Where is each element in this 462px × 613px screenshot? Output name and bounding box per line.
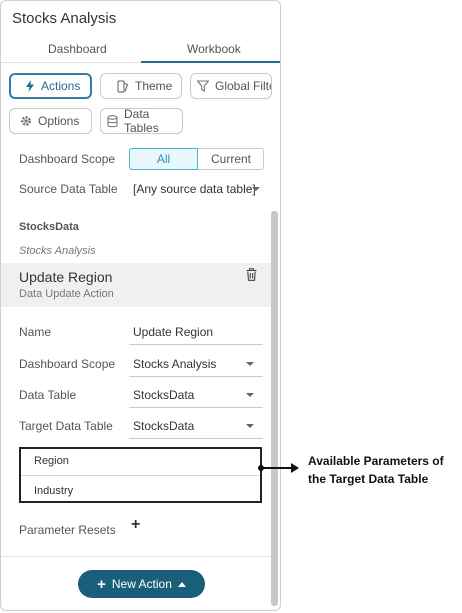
- chevron-down-icon[interactable]: [246, 362, 254, 366]
- panel-tabs: Dashboard Workbook: [1, 37, 280, 63]
- scope-current-option[interactable]: Current: [199, 149, 263, 169]
- dashboard-scope-toggle: All Current: [129, 148, 264, 170]
- plus-icon[interactable]: +: [131, 516, 140, 534]
- callout-line-2: the Target Data Table: [308, 472, 429, 486]
- data-tables-button-label: Data Tables: [124, 107, 159, 135]
- active-tab-indicator: [141, 61, 280, 63]
- parameter-item[interactable]: Industry: [34, 485, 73, 497]
- action-type: Data Update Action: [19, 288, 114, 300]
- global-filter-button[interactable]: Global Filter: [190, 73, 272, 99]
- trash-icon[interactable]: [246, 268, 257, 281]
- tab-workbook[interactable]: Workbook: [187, 42, 241, 56]
- form-dashboard-scope-label: Dashboard Scope: [19, 357, 116, 371]
- options-button[interactable]: Options: [9, 108, 92, 134]
- parameters-list: Region Industry: [19, 447, 262, 503]
- group-dashboard-name: Stocks Analysis: [19, 245, 96, 257]
- source-data-table-select[interactable]: [Any source data table]: [133, 182, 256, 196]
- callout-annotation: Available Parameters of the Target Data …: [308, 452, 462, 488]
- lightning-icon: [26, 80, 34, 92]
- plus-icon: +: [97, 575, 106, 593]
- parameter-divider: [21, 475, 260, 476]
- data-table-label: Data Table: [19, 388, 77, 402]
- target-data-table-underline: [129, 438, 263, 439]
- theme-icon: [117, 79, 129, 93]
- new-action-button[interactable]: + New Action: [78, 570, 205, 598]
- scope-all-option[interactable]: All: [129, 148, 198, 170]
- callout-line-1: Available Parameters of: [308, 454, 444, 468]
- source-data-table-label: Source Data Table: [19, 182, 118, 196]
- parameter-item[interactable]: Region: [34, 455, 69, 467]
- group-table-name: StocksData: [19, 221, 79, 233]
- name-input[interactable]: Update Region: [133, 325, 213, 339]
- name-input-underline: [129, 344, 263, 345]
- target-data-table-select[interactable]: StocksData: [133, 419, 194, 433]
- new-action-label: New Action: [111, 577, 172, 591]
- action-settings-panel: Stocks Analysis Dashboard Workbook Actio…: [0, 0, 281, 611]
- options-button-label: Options: [38, 114, 80, 128]
- actions-button-label: Actions: [41, 79, 81, 93]
- parameter-resets-label: Parameter Resets: [19, 523, 116, 537]
- scrollbar[interactable]: [271, 211, 278, 606]
- gear-icon: [21, 116, 31, 126]
- name-label: Name: [19, 325, 52, 339]
- data-table-select[interactable]: StocksData: [133, 388, 194, 402]
- dashboard-scope-select[interactable]: Stocks Analysis: [133, 357, 216, 371]
- database-icon: [107, 114, 118, 127]
- data-tables-button[interactable]: Data Tables: [100, 107, 183, 135]
- actions-button[interactable]: Actions: [9, 73, 92, 99]
- theme-button-label: Theme: [135, 79, 173, 93]
- dashboard-scope-label: Dashboard Scope: [19, 152, 116, 166]
- panel-title: Stocks Analysis: [12, 10, 117, 27]
- chevron-down-icon[interactable]: [252, 187, 260, 191]
- footer-divider: [1, 556, 271, 557]
- chevron-down-icon[interactable]: [246, 424, 254, 428]
- data-table-underline: [129, 407, 263, 408]
- global-filter-button-label: Global Filter: [215, 79, 271, 93]
- target-data-table-label: Target Data Table: [19, 419, 113, 433]
- callout-arrow-head: [291, 463, 299, 473]
- action-name: Update Region: [19, 269, 113, 285]
- dashboard-scope-underline: [129, 376, 263, 377]
- filter-icon: [197, 80, 209, 92]
- tab-dashboard[interactable]: Dashboard: [48, 42, 107, 56]
- chevron-down-icon[interactable]: [246, 393, 254, 397]
- theme-button[interactable]: Theme: [100, 73, 182, 99]
- chevron-up-icon: [177, 581, 186, 587]
- callout-arrow-line: [263, 467, 293, 469]
